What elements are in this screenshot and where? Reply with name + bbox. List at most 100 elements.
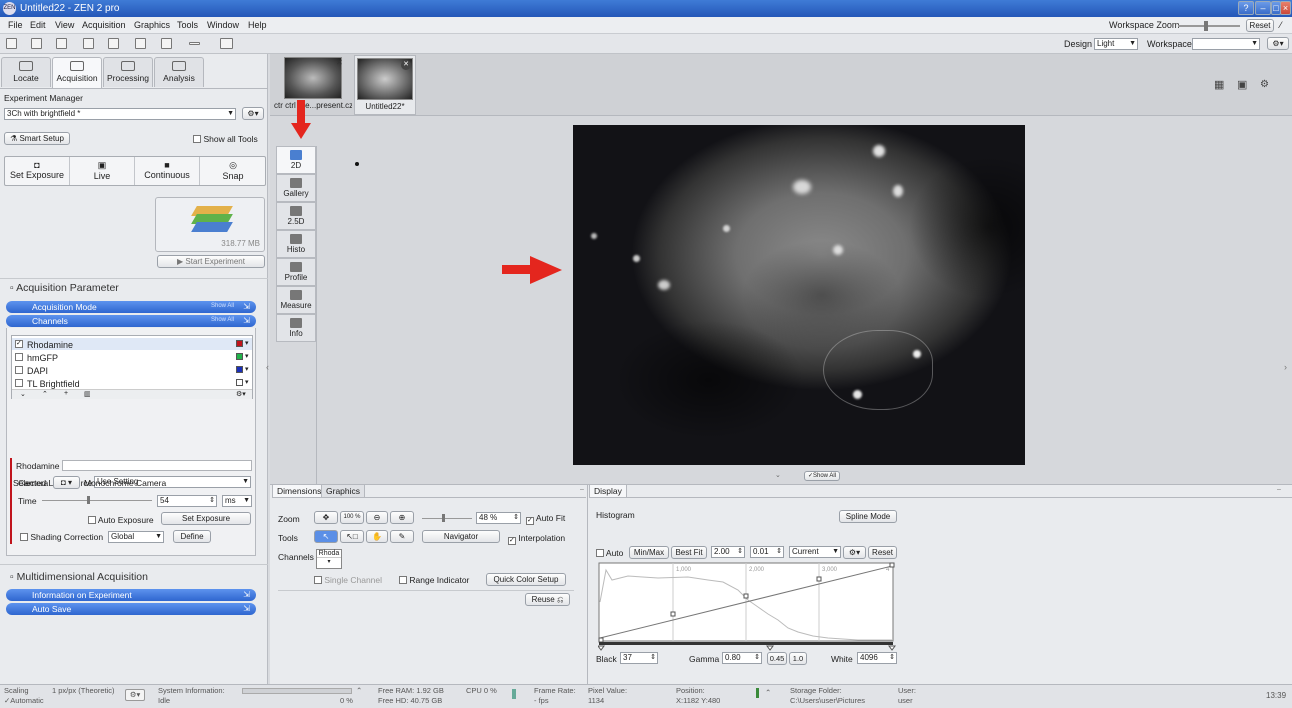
reuse-button[interactable]: Reuse ⎌ (525, 593, 570, 606)
auto-save-bar[interactable]: Auto Save ⇲ (6, 603, 256, 615)
view-tab-gallery[interactable]: Gallery (276, 174, 316, 202)
channel-checkbox[interactable]: ✓ (15, 340, 23, 348)
channel-checkbox[interactable] (15, 366, 23, 374)
move-down-icon[interactable]: ⌄ (20, 390, 26, 398)
close-tab-icon[interactable]: ✕ (336, 58, 343, 67)
expand-icon[interactable]: ⌃ (356, 686, 362, 695)
tab-processing[interactable]: Processing (103, 57, 153, 87)
shading-select[interactable]: Global ▼ (108, 531, 164, 543)
menu-edit[interactable]: Edit (30, 20, 46, 30)
define-button[interactable]: Define (173, 530, 211, 543)
gamma-input[interactable]: 0.80 ⇕ (722, 652, 762, 664)
experiment-select[interactable]: 3Ch with brightfield * ▼ (4, 108, 236, 120)
expand-icon[interactable]: ⌃ (765, 688, 771, 697)
scaling-gear-icon[interactable]: ⚙▾ (125, 689, 145, 701)
reset-display-button[interactable]: Reset (868, 546, 897, 559)
help-icon[interactable]: ? (1238, 1, 1254, 15)
auto-exposure-checkbox[interactable]: Auto Exposure (88, 515, 154, 525)
channel-row-rhodamine[interactable]: ✓ Rhodamine ▾ (12, 338, 252, 350)
close-tab-icon[interactable]: ✕ (401, 60, 411, 70)
view-tab-2d[interactable]: 2D (276, 146, 316, 174)
menu-file[interactable]: File (8, 20, 23, 30)
range-indicator-checkbox[interactable]: Range Indicator (399, 575, 469, 585)
tab-display[interactable]: Display (589, 484, 627, 497)
show-all-tools-checkbox[interactable]: Show all Tools (193, 134, 258, 144)
best-fit-value-1[interactable]: 2.00 ⇕ (711, 546, 745, 558)
tab-analysis[interactable]: Analysis (154, 57, 204, 87)
zoom-slider[interactable] (422, 514, 472, 522)
design-select[interactable]: Light ▼ (1094, 38, 1138, 50)
close-icon[interactable]: × (1280, 1, 1291, 15)
interpolation-checkbox[interactable]: ✓ Interpolation (508, 533, 565, 545)
tab-dimensions[interactable]: Dimensions (272, 484, 327, 497)
camera-select-icon[interactable]: ◘ ▾ (53, 476, 80, 489)
pointer-tool-icon[interactable]: ↖ (314, 530, 338, 543)
current-select[interactable]: Current ▼ (789, 546, 841, 558)
snap-button[interactable]: ◎ Snap (200, 157, 266, 185)
white-input[interactable]: 4096 ⇕ (857, 652, 897, 664)
time-unit-select[interactable]: ms ▼ (222, 495, 252, 507)
save-as-icon[interactable] (83, 38, 94, 49)
tab-graphics[interactable]: Graphics (321, 484, 366, 497)
zoom-in-icon[interactable]: ⊕ (390, 511, 414, 524)
collapse-icon[interactable]: ⌄ (775, 471, 781, 479)
minus-icon[interactable] (189, 42, 200, 45)
time-slider[interactable] (42, 496, 152, 504)
new-icon[interactable] (6, 38, 17, 49)
menu-view[interactable]: View (55, 20, 74, 30)
paste-icon[interactable] (161, 38, 172, 49)
view-tab-profile[interactable]: Profile (276, 258, 316, 286)
show-all-image-button[interactable]: ✓Show All (804, 471, 840, 481)
automatic-checkbox[interactable]: ✓ Automatic (4, 696, 44, 705)
menu-help[interactable]: Help (248, 20, 267, 30)
add-icon[interactable]: + (64, 390, 68, 397)
channel-gear-icon[interactable]: ⚙▾ (236, 390, 246, 398)
channel-row-hmgfp[interactable]: hmGFP ▾ (12, 351, 252, 363)
minimize-panel-icon[interactable]: – (580, 486, 584, 493)
collapse-right-icon[interactable]: › (1284, 362, 1287, 372)
menu-window[interactable]: Window (207, 20, 239, 30)
doc-tab-untitled22[interactable]: Untitled22* ✕ (354, 55, 416, 115)
live-button[interactable]: ▣ Live (70, 157, 135, 185)
channel-checkbox[interactable] (15, 353, 23, 361)
cut-icon[interactable] (108, 38, 119, 49)
acquisition-parameter-header[interactable]: ▫ Acquisition Parameter (10, 282, 119, 294)
channel-checkbox[interactable] (15, 379, 23, 387)
open-icon[interactable] (31, 38, 42, 49)
channels-bar[interactable]: Channels Show All ⇲ (6, 315, 256, 327)
view-tab-measure[interactable]: Measure (276, 286, 316, 314)
min-max-button[interactable]: Min/Max (629, 546, 669, 559)
gamma-045-button[interactable]: 0.45 (767, 652, 787, 665)
copy-icon[interactable] (135, 38, 146, 49)
move-up-icon[interactable]: ⌃ (42, 390, 48, 398)
doc-tab-ctr[interactable]: ctr ctrl pre...present.czi* ✕ (274, 56, 352, 112)
single-channel-checkbox[interactable]: Single Channel (314, 575, 382, 585)
channel-chip-rhoda[interactable]: Rhoda ▾ (316, 549, 342, 569)
view-tab-info[interactable]: Info (276, 314, 316, 342)
shading-correction-checkbox[interactable]: Shading Correction (20, 532, 103, 542)
best-fit-button[interactable]: Best Fit (671, 546, 707, 559)
menu-graphics[interactable]: Graphics (134, 20, 170, 30)
workspace-gear-icon[interactable]: ⚙▾ (1267, 37, 1289, 50)
time-input[interactable]: 54 ⇕ (157, 495, 217, 507)
spline-mode-button[interactable]: Spline Mode (839, 510, 897, 523)
smart-setup-button[interactable]: ⚗ Smart Setup (4, 132, 70, 145)
zoom-input[interactable]: 48 % ⇕ (476, 512, 521, 524)
grid-view-icon[interactable]: ▦ (1214, 78, 1224, 91)
auto-checkbox[interactable]: Auto (596, 548, 623, 558)
set-exposure-small-button[interactable]: Set Exposure (161, 512, 251, 525)
multidim-header[interactable]: ▫ Multidimensional Acquisition (10, 571, 148, 583)
pen-tool-icon[interactable]: ✎ (390, 530, 414, 543)
channel-name-field[interactable] (62, 460, 252, 471)
channel-row-tl-brightfield[interactable]: TL Brightfield ▾ (12, 377, 252, 389)
pan-tool-icon[interactable]: ✋ (366, 530, 388, 543)
menu-tools[interactable]: Tools (177, 20, 198, 30)
reset-zoom-button[interactable]: Reset (1246, 19, 1274, 32)
zoom-100-button[interactable]: 100 % (340, 511, 364, 524)
save-icon[interactable] (56, 38, 67, 49)
split-view-icon[interactable]: ▣ (1237, 78, 1247, 91)
set-exposure-button[interactable]: ◘ Set Exposure (5, 157, 70, 185)
minimize-icon[interactable]: – (1255, 1, 1271, 15)
microscope-image[interactable] (573, 125, 1025, 465)
gamma-10-button[interactable]: 1.0 (789, 652, 807, 665)
